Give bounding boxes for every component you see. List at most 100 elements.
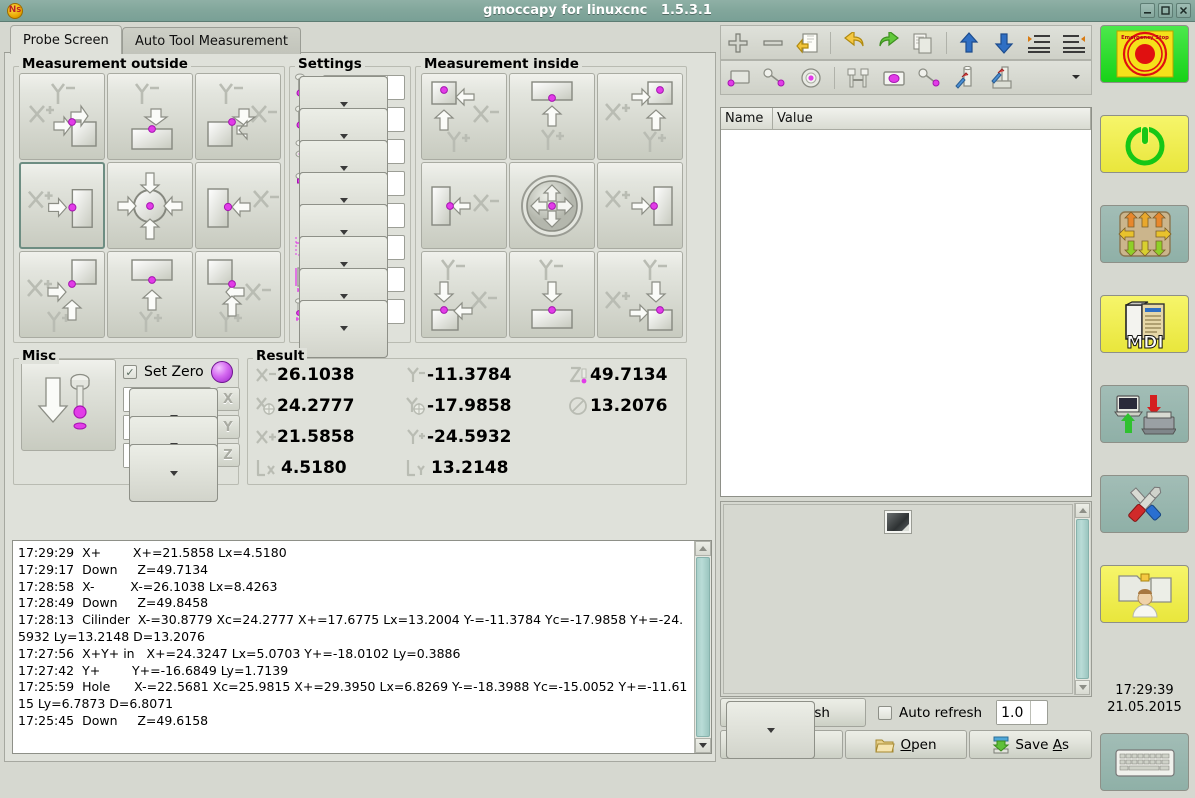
preview-scroll-trough[interactable] [1075, 518, 1090, 680]
probe-log-text[interactable]: 17:29:29 X+ X+=21.5858 Lx=4.5180 17:29:1… [13, 541, 694, 753]
angle-probe-icon[interactable] [913, 63, 947, 93]
preview-scroll-down-arrow[interactable] [1075, 680, 1090, 695]
result-y-plus-value: -24.5932 [427, 427, 512, 447]
remove-icon[interactable] [757, 28, 790, 58]
preview-scroll-thumb[interactable] [1076, 519, 1089, 679]
dropdown-arrow-icon[interactable] [1070, 71, 1082, 85]
estop-button[interactable]: Emergency Stop [1100, 25, 1189, 83]
revert-icon[interactable] [792, 28, 825, 58]
probe-log-scrollbar[interactable] [694, 541, 711, 753]
probe-diameter-spinbox[interactable]: 3.000 [323, 299, 405, 324]
column-header-name[interactable]: Name [721, 108, 773, 130]
set-zero-checkbox[interactable]: ✓ [123, 365, 137, 379]
probe-velocity-spinbox[interactable]: 4.00 [323, 107, 405, 132]
column-header-value[interactable]: Value [773, 108, 1091, 130]
tab-auto-tool-measurement[interactable]: Auto Tool Measurement [122, 27, 301, 54]
result-title: Result [253, 348, 307, 364]
z-offset-down[interactable] [129, 444, 218, 502]
tool-setter-icon[interactable] [985, 63, 1019, 93]
outside-xm-yp-corner-button[interactable] [195, 251, 281, 338]
x-minus-icon [255, 365, 277, 385]
clock-display: 17:29:39 21.05.2015 [1094, 682, 1195, 716]
max-xy-distance-spinbox[interactable]: 5.000 [323, 139, 405, 164]
edge-length-spinbox[interactable]: 3.000 [323, 235, 405, 260]
add-icon[interactable] [722, 28, 755, 58]
z-offset-spinbox[interactable]: 2.000 [123, 443, 211, 468]
log-scroll-down-arrow[interactable] [695, 738, 711, 753]
move-up-icon[interactable] [953, 28, 986, 58]
outside-xp-ym-corner-button[interactable] [19, 73, 105, 160]
outside-xm-ym-corner-button[interactable] [195, 73, 281, 160]
set-x-zero-button[interactable]: X [216, 387, 240, 411]
circle-probe-icon[interactable] [794, 63, 828, 93]
outside-ym-edge-button[interactable] [107, 73, 193, 160]
outside-xm-edge-button[interactable] [195, 162, 281, 249]
line-probe-icon[interactable] [758, 63, 792, 93]
result-z-value: 49.7134 [590, 365, 667, 385]
move-down-icon[interactable] [988, 28, 1021, 58]
outside-xp-edge-button[interactable] [19, 162, 105, 249]
inside-ym-edge-button[interactable] [509, 251, 595, 338]
preview-scrollbar[interactable] [1074, 503, 1090, 695]
inside-xp-ym-corner-button[interactable] [597, 251, 683, 338]
inside-xp-yp-corner-button[interactable] [597, 73, 683, 160]
machine-power-button[interactable] [1100, 115, 1189, 173]
side-length-spinbox[interactable]: 5.000 [323, 267, 405, 292]
settings-title: Settings [295, 56, 365, 72]
log-scroll-trough[interactable] [695, 556, 711, 738]
set-z-zero-button[interactable]: Z [216, 443, 240, 467]
inside-xm-edge-button[interactable] [421, 162, 507, 249]
copy-icon[interactable] [907, 28, 940, 58]
auto-button[interactable] [1100, 385, 1189, 443]
log-scroll-up-arrow[interactable] [695, 541, 711, 556]
probe-values-listview[interactable]: Name Value [720, 107, 1092, 497]
search-velocity-spinbox[interactable]: 50.0 [323, 75, 405, 100]
tool-probe-icon[interactable] [949, 63, 983, 93]
result-x-plus-value: 21.5858 [277, 427, 354, 447]
interval-down[interactable] [726, 701, 815, 759]
settings-button[interactable] [1100, 475, 1189, 533]
z-icon [568, 365, 590, 385]
indent-icon[interactable] [1022, 28, 1055, 58]
minimize-button[interactable] [1140, 3, 1155, 18]
manual-jog-button[interactable] [1100, 205, 1189, 263]
auto-refresh-label: Auto refresh [899, 705, 982, 721]
inside-xm-ym-corner-button[interactable] [421, 251, 507, 338]
outdent-icon[interactable] [1057, 28, 1090, 58]
bridge-probe-icon[interactable] [841, 63, 875, 93]
measurement-outside-group: Measurement outside [13, 57, 285, 343]
latch-distance-spinbox[interactable]: 0.100 [323, 171, 405, 196]
inside-hole-button[interactable] [509, 162, 595, 249]
user-tabs-button[interactable] [1100, 565, 1189, 623]
redo-icon[interactable] [872, 28, 905, 58]
preview-canvas[interactable] [723, 504, 1073, 694]
keyboard-button[interactable] [1100, 733, 1189, 791]
outside-round-boss-button[interactable] [107, 162, 193, 249]
auto-refresh-interval-spinbox[interactable]: 1.0 [996, 700, 1048, 725]
preview-scroll-up-arrow[interactable] [1075, 503, 1090, 518]
undo-icon[interactable] [837, 28, 870, 58]
inside-yp-edge-button[interactable] [509, 73, 595, 160]
outside-yp-edge-button[interactable] [107, 251, 193, 338]
save-as-button[interactable]: Save As [969, 730, 1092, 759]
inside-xm-yp-corner-button[interactable] [421, 73, 507, 160]
maximize-button[interactable] [1158, 3, 1173, 18]
rectangle-probe-icon[interactable] [722, 63, 756, 93]
mdi-button[interactable]: MDI [1100, 295, 1189, 353]
x-offset-spinbox[interactable]: 2.000 [123, 387, 211, 412]
open-button[interactable]: Open [845, 730, 968, 759]
y-offset-spinbox[interactable]: 2.000 [123, 415, 211, 440]
log-scroll-thumb[interactable] [696, 557, 710, 737]
outside-xp-yp-corner-button[interactable] [19, 251, 105, 338]
set-y-zero-button[interactable]: Y [216, 415, 240, 439]
probe-down-button[interactable] [21, 359, 116, 451]
tab-auto-tool-measurement-label: Auto Tool Measurement [135, 34, 288, 49]
max-z-distance-spinbox[interactable]: 2.000 [323, 203, 405, 228]
inside-xp-edge-button[interactable] [597, 162, 683, 249]
close-button[interactable] [1176, 3, 1191, 18]
clock-time: 17:29:39 [1094, 682, 1195, 699]
auto-refresh-checkbox[interactable] [878, 706, 892, 720]
pocket-probe-icon[interactable] [877, 63, 911, 93]
tab-probe-screen[interactable]: Probe Screen [10, 25, 122, 54]
lx-icon [255, 458, 277, 478]
